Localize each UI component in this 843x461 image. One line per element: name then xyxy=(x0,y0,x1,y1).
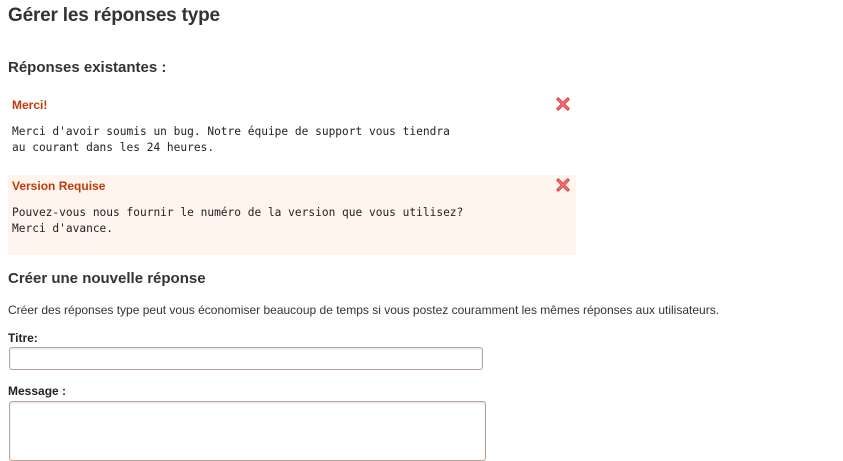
canned-response-body: Pouvez-vous nous fournir le numéro de la… xyxy=(12,206,464,235)
delete-x-icon[interactable] xyxy=(556,178,570,192)
page-title: Gérer les réponses type xyxy=(8,5,220,26)
message-textarea[interactable] xyxy=(9,401,486,461)
canned-response-title: Version Requise xyxy=(12,179,106,193)
canned-response-item: Merci! Merci d'avoir soumis un bug. Notr… xyxy=(8,94,576,174)
new-response-heading: Créer une nouvelle réponse xyxy=(8,270,206,287)
canned-response-body: Merci d'avoir soumis un bug. Notre équip… xyxy=(12,125,450,154)
title-input[interactable] xyxy=(9,347,483,370)
canned-response-title: Merci! xyxy=(12,98,48,112)
canned-response-item: Version Requise Pouvez-vous nous fournir… xyxy=(8,175,576,255)
delete-x-icon[interactable] xyxy=(556,97,570,111)
title-label: Titre: xyxy=(8,331,38,345)
message-label: Message : xyxy=(8,384,67,398)
existing-responses-heading: Réponses existantes : xyxy=(8,59,167,76)
new-response-help-text: Créer des réponses type peut vous économ… xyxy=(8,303,720,317)
